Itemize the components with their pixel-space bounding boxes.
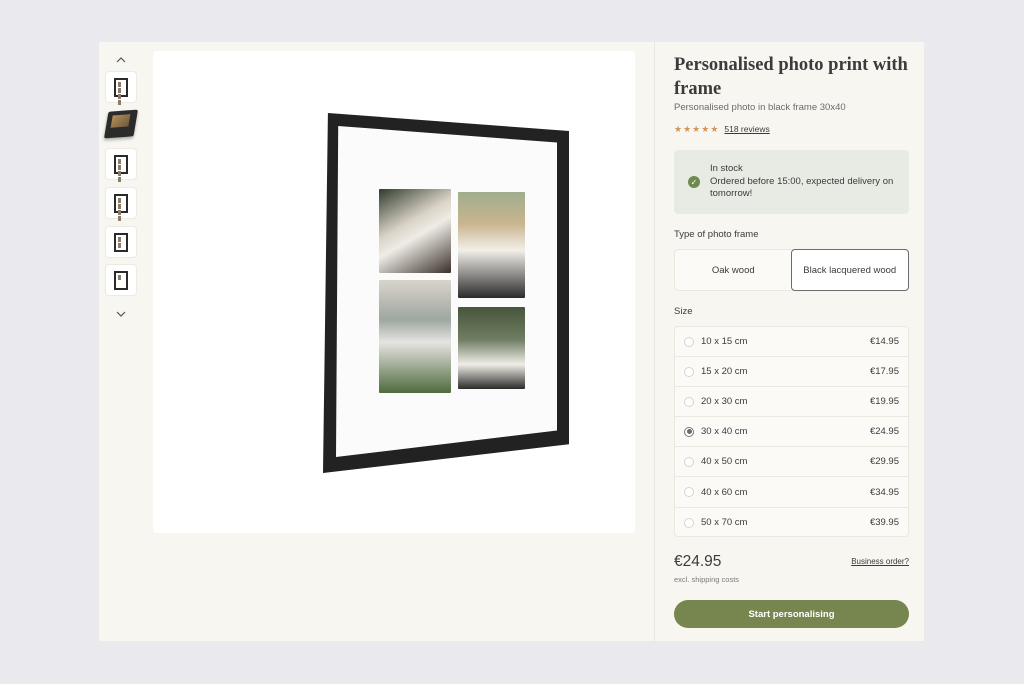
radio-button[interactable] (684, 336, 694, 347)
rating: ★ ★ ★ ★ ★ 518 reviews (674, 124, 770, 134)
start-personalising-button[interactable]: Start personalising (674, 600, 909, 628)
size-option[interactable]: 15 x 20 cm €17.95 (675, 357, 908, 388)
size-price: €34.95 (869, 486, 899, 498)
frame-thumbnail-icon (114, 232, 128, 252)
size-name: 20 x 30 cm (701, 396, 748, 408)
stock-notice: ✓ In stock Ordered before 15:00, expecte… (674, 150, 909, 214)
size-price: €39.95 (869, 517, 899, 529)
size-label: Size (674, 306, 693, 317)
panel-divider (654, 42, 655, 641)
radio-button-selected[interactable] (684, 426, 694, 437)
size-price: €19.95 (869, 396, 899, 408)
delivery-estimate: Ordered before 15:00, expected delivery … (710, 175, 894, 200)
frame-type-selector: Oak wood Black lacquered wood (674, 249, 909, 291)
frame-type-label: Type of photo frame (674, 229, 759, 240)
stock-status: In stock (710, 163, 743, 175)
thumbnail-5[interactable] (106, 227, 136, 257)
product-image (153, 51, 635, 533)
size-option[interactable]: 10 x 15 cm €14.95 (675, 327, 908, 358)
radio-button[interactable] (684, 487, 694, 498)
size-option[interactable]: 50 x 70 cm €39.95 (675, 508, 908, 538)
heart-collage-thumbnail-icon (114, 154, 128, 182)
frame-thumbnail-icon (114, 77, 128, 105)
thumbnail-strip (99, 42, 143, 332)
size-price: €17.95 (869, 366, 899, 378)
thumbnail-4[interactable] (106, 188, 136, 221)
thumbnail-2[interactable] (103, 109, 139, 139)
size-name: 30 x 40 cm (701, 426, 748, 438)
radio-button[interactable] (684, 366, 694, 377)
rating-stars: ★ ★ ★ ★ ★ (674, 124, 718, 134)
size-option[interactable]: 40 x 50 cm €29.95 (675, 447, 908, 478)
chevron-down-icon[interactable] (113, 308, 129, 320)
business-order-link[interactable]: Business order? (851, 557, 909, 566)
frame-option-black-lacquered[interactable]: Black lacquered wood (790, 249, 909, 291)
size-name: 50 x 70 cm (701, 517, 748, 529)
star-icon: ★ (683, 124, 692, 134)
thumbnail-1[interactable] (106, 72, 136, 105)
radio-button[interactable] (684, 517, 694, 528)
size-price: €14.95 (869, 336, 899, 348)
size-name: 10 x 15 cm (701, 336, 748, 348)
check-circle-icon: ✓ (688, 176, 700, 188)
frame-thumbnail-icon (114, 270, 128, 290)
product-subtitle: Personalised photo in black frame 30x40 (674, 102, 846, 113)
star-icon: ★ (701, 124, 710, 134)
size-price: €24.95 (869, 426, 899, 438)
radio-button[interactable] (684, 396, 694, 407)
product-title: Personalised photo print with frame (674, 55, 908, 99)
shipping-note: excl. shipping costs (674, 575, 740, 584)
size-option[interactable]: 40 x 60 cm €34.95 (675, 477, 908, 508)
product-page: Personalised photo print with frame Pers… (99, 42, 924, 641)
star-icon: ★ (710, 124, 719, 134)
reviews-link[interactable]: 518 reviews (724, 124, 769, 134)
size-price: €29.95 (869, 456, 899, 468)
frame-thumbnail-icon (114, 193, 128, 221)
product-price: €24.95 (674, 553, 722, 570)
collage-photo (379, 280, 451, 393)
thumbnail-3[interactable] (106, 149, 136, 182)
radio-button[interactable] (684, 456, 694, 467)
size-option-selected[interactable]: 30 x 40 cm €24.95 (675, 417, 908, 448)
collage-photo (379, 189, 451, 273)
size-list: 10 x 15 cm €14.95 15 x 20 cm €17.95 20 x… (674, 326, 909, 537)
collage-photo (458, 192, 525, 298)
size-name: 40 x 50 cm (701, 456, 748, 468)
chevron-up-icon[interactable] (113, 54, 129, 66)
frame-option-oak[interactable]: Oak wood (675, 250, 792, 290)
size-name: 15 x 20 cm (701, 366, 748, 378)
thumbnail-6[interactable] (106, 265, 136, 295)
collage-photo (458, 307, 525, 389)
star-icon: ★ (674, 124, 683, 134)
frame-angle-thumbnail-icon (103, 109, 139, 139)
size-option[interactable]: 20 x 30 cm €19.95 (675, 387, 908, 418)
size-name: 40 x 60 cm (701, 486, 748, 498)
star-icon: ★ (692, 124, 701, 134)
